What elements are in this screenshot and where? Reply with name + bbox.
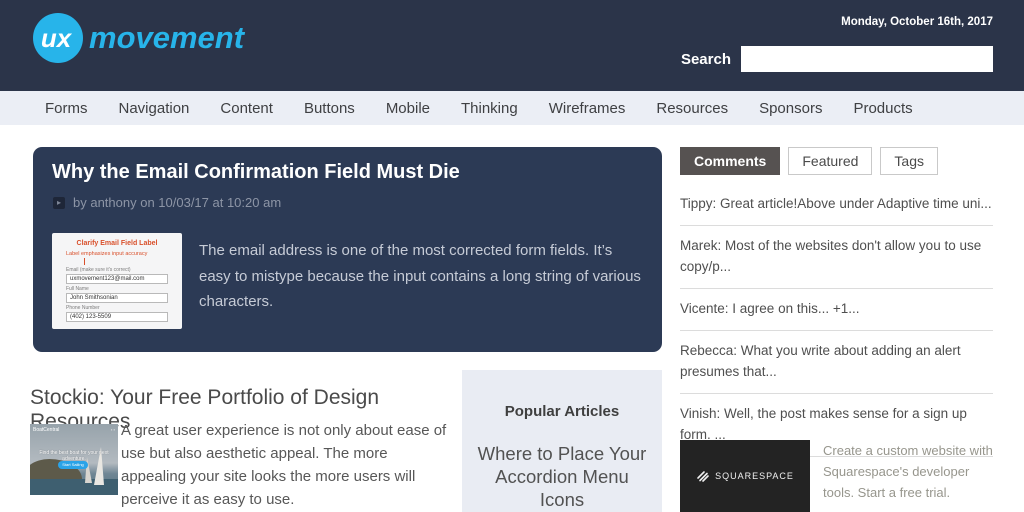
thumb-phone-field: Phone Number (402) 123-5509 — [66, 305, 168, 322]
comment-item[interactable]: Rebecca: What you write about adding an … — [680, 331, 993, 394]
tab-tags[interactable]: Tags — [880, 147, 938, 175]
sea-shape — [30, 479, 118, 495]
nav-item-resources[interactable]: Resources — [656, 100, 728, 117]
thumb-cta-button: Start Sailing — [58, 461, 88, 469]
nav-item-wireframes[interactable]: Wireframes — [549, 100, 626, 117]
squarespace-ad-box[interactable]: SQUARESPACE — [680, 440, 810, 512]
tab-featured[interactable]: Featured — [788, 147, 872, 175]
tab-comments[interactable]: Comments — [680, 147, 780, 175]
main-nav: Forms Navigation Content Buttons Mobile … — [0, 91, 1024, 125]
logo-circle: ux — [33, 13, 83, 63]
featured-byline-text: by anthony on 10/03/17 at 10:20 am — [73, 195, 281, 210]
article-excerpt-stockio: A great user experience is not only abou… — [121, 419, 451, 511]
search-input[interactable] — [741, 46, 993, 72]
thumb-heading: Clarify Email Field Label — [52, 240, 182, 247]
thumb-email-label: Email (make sure it's correct) — [66, 267, 168, 273]
thumb-name-label: Full Name — [66, 286, 168, 292]
comment-item[interactable]: Vicente: I agree on this... +1... — [680, 289, 993, 331]
featured-article-card: Why the Email Confirmation Field Must Di… — [33, 147, 662, 352]
ux-movement-page: ux movement Monday, October 16th, 2017 S… — [0, 0, 1024, 512]
featured-byline: ▸ by anthony on 10/03/17 at 10:20 am — [53, 195, 281, 210]
nav-item-buttons[interactable]: Buttons — [304, 100, 355, 117]
nav-item-mobile[interactable]: Mobile — [386, 100, 430, 117]
site-header: ux movement Monday, October 16th, 2017 S… — [0, 0, 1024, 91]
thumb-phone-input: (402) 123-5509 — [66, 312, 168, 322]
popular-articles-heading: Popular Articles — [462, 403, 662, 420]
comment-item[interactable]: Marek: Most of the websites don't allow … — [680, 226, 993, 289]
squarespace-logo-text: SQUARESPACE — [715, 471, 794, 481]
comment-list: Tippy: Great article!Above under Adaptiv… — [680, 193, 993, 457]
thumb-brand-text: BoatCentral — [33, 427, 59, 433]
nav-item-sponsors[interactable]: Sponsors — [759, 100, 822, 117]
featured-article-title[interactable]: Why the Email Confirmation Field Must Di… — [52, 161, 460, 184]
sidebar-tabs: Comments Featured Tags — [680, 147, 993, 175]
annotation-pointer-line — [84, 258, 85, 265]
thumb-name-field: Full Name John Smithsonian — [66, 286, 168, 303]
thumb-menu-dots: ▪ ▪ — [111, 427, 115, 432]
article-thumbnail-stockio[interactable]: BoatCentral ▪ ▪ Find the best boat for y… — [30, 424, 118, 495]
featured-article-thumbnail[interactable]: Clarify Email Field Label Label emphasiz… — [52, 233, 182, 329]
squarespace-icon — [696, 469, 710, 483]
nav-item-forms[interactable]: Forms — [45, 100, 88, 117]
thumb-name-input: John Smithsonian — [66, 293, 168, 303]
search-label: Search — [681, 51, 731, 68]
sponsor-ad: SQUARESPACE Create a custom website with… — [680, 440, 1001, 512]
popular-article-link[interactable]: Where to Place Your Accordion Menu Icons — [472, 442, 652, 511]
featured-article-excerpt: The email address is one of the most cor… — [199, 238, 647, 315]
squarespace-ad-text: Create a custom website with Squarespace… — [823, 440, 1001, 512]
search-bar: Search — [681, 46, 993, 72]
thumb-annotation: Label emphasizes input accuracy — [66, 251, 182, 257]
sidebar: Comments Featured Tags Tippy: Great arti… — [680, 147, 993, 457]
popular-articles-box: Popular Articles Where to Place Your Acc… — [462, 370, 662, 512]
nav-item-products[interactable]: Products — [853, 100, 912, 117]
nav-item-content[interactable]: Content — [220, 100, 273, 117]
comment-item[interactable]: Tippy: Great article!Above under Adaptiv… — [680, 193, 993, 226]
site-logo[interactable]: ux movement — [33, 13, 244, 63]
nav-item-thinking[interactable]: Thinking — [461, 100, 518, 117]
thumb-email-field: Email (make sure it's correct) uxmovemen… — [66, 267, 168, 284]
thumb-email-input: uxmovement123@mail.com — [66, 274, 168, 284]
thumb-phone-label: Phone Number — [66, 305, 168, 311]
logo-wordmark: movement — [89, 20, 244, 56]
author-icon: ▸ — [53, 197, 65, 209]
nav-item-navigation[interactable]: Navigation — [119, 100, 190, 117]
current-date: Monday, October 16th, 2017 — [841, 16, 993, 28]
